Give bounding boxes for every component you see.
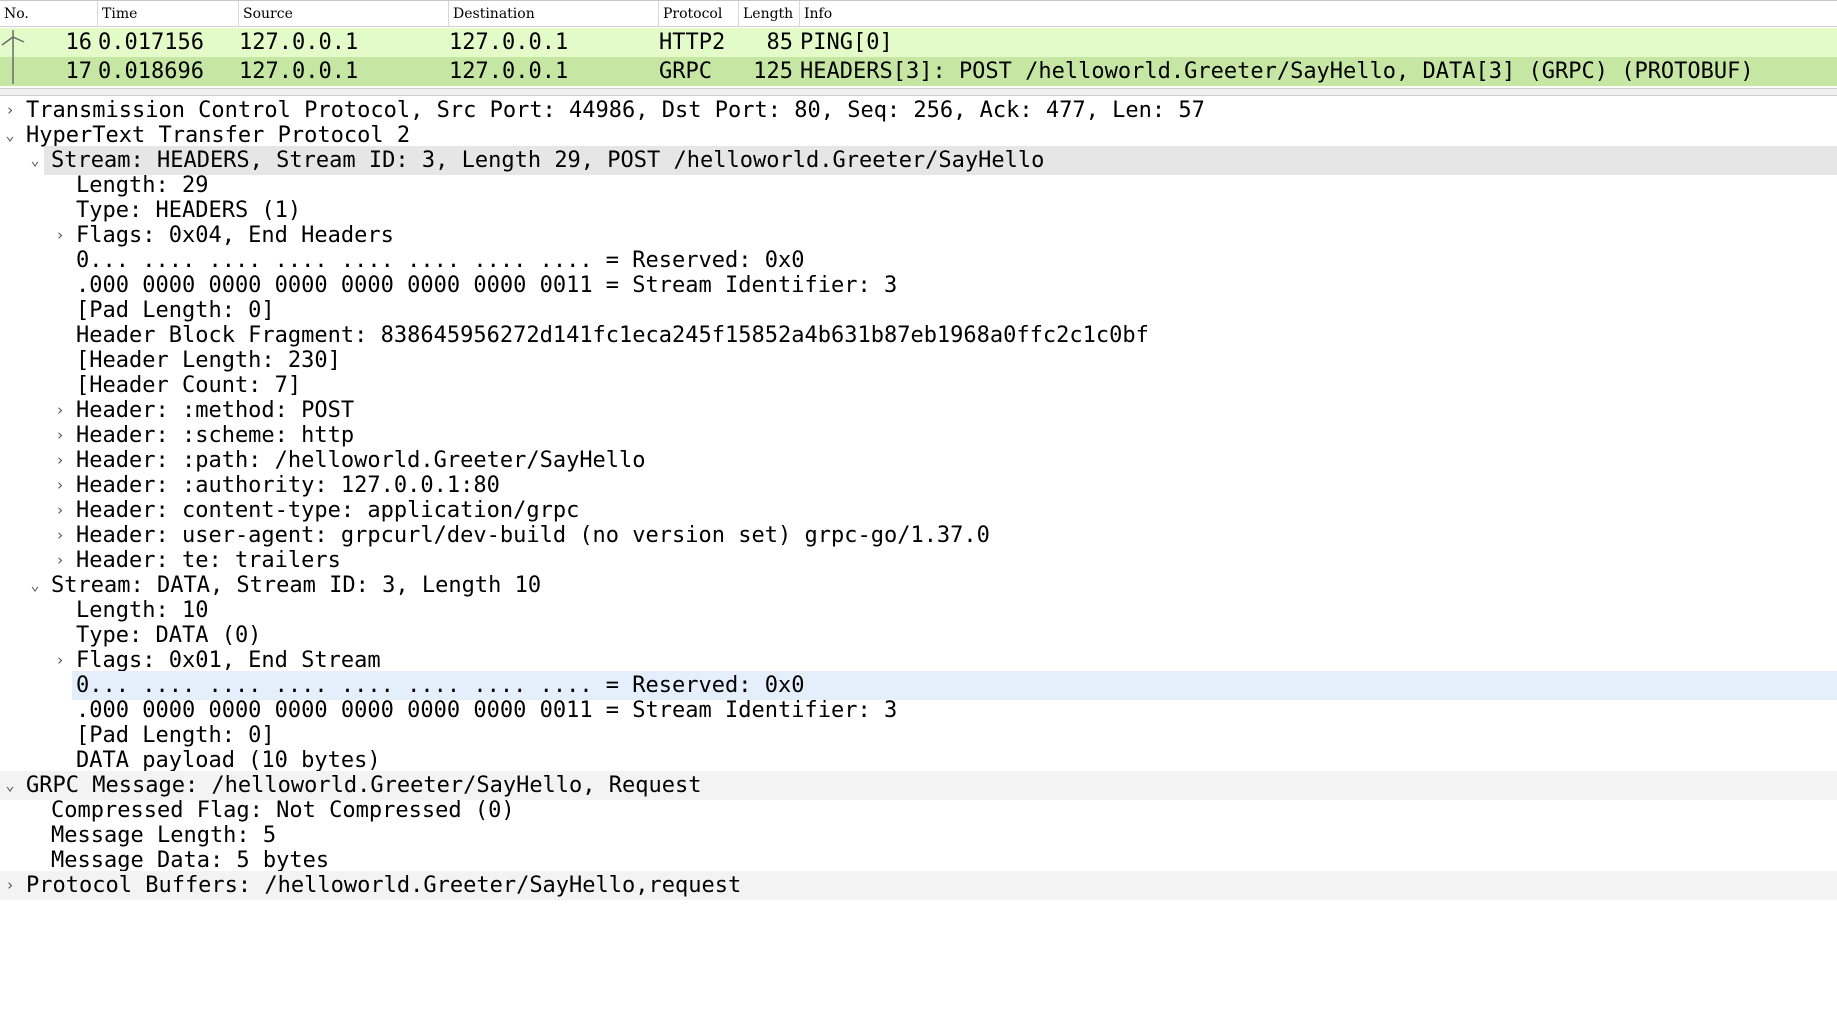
packet-destination: 127.0.0.1	[449, 59, 569, 84]
packet-list: No. Time Source Destination Protocol Len…	[0, 0, 1837, 88]
packet-no: 17	[65, 59, 93, 84]
packet-length: 85	[766, 30, 794, 55]
packet-row-selected[interactable]: 17 0.018696 127.0.0.1 127.0.0.1 GRPC 125…	[0, 57, 1837, 86]
column-protocol[interactable]: Protocol	[659, 1, 739, 27]
packet-time: 0.018696	[98, 59, 204, 84]
column-destination[interactable]: Destination	[449, 1, 659, 27]
packet-length: 125	[753, 59, 793, 84]
column-length[interactable]: Length	[739, 1, 800, 27]
packet-info: PING[0]	[800, 30, 893, 55]
related-packet-icon	[1, 30, 25, 84]
packet-time: 0.017156	[98, 30, 204, 55]
column-info[interactable]: Info	[800, 1, 1837, 27]
column-time[interactable]: Time	[98, 1, 239, 27]
packet-protocol: GRPC	[659, 59, 712, 84]
pane-splitter[interactable]	[0, 88, 1837, 96]
packet-source: 127.0.0.1	[239, 59, 359, 84]
packet-protocol: HTTP2	[659, 30, 726, 55]
packet-destination: 127.0.0.1	[449, 30, 569, 55]
tree-item-label: Protocol Buffers: /helloworld.Greeter/Sa…	[26, 873, 742, 898]
column-no[interactable]: No.	[0, 1, 98, 27]
packet-no: 16	[65, 30, 93, 55]
column-header: No. Time Source Destination Protocol Len…	[0, 0, 1837, 27]
packet-source: 127.0.0.1	[239, 30, 359, 55]
packet-details-tree: › Transmission Control Protocol, Src Port…	[0, 96, 1837, 1030]
packet-row[interactable]: 16 0.017156 127.0.0.1 127.0.0.1 HTTP2 85…	[0, 28, 1837, 57]
chevron-right-icon[interactable]: ›	[3, 871, 17, 900]
packet-info: HEADERS[3]: POST /helloworld.Greeter/Say…	[800, 59, 1754, 84]
column-source[interactable]: Source	[239, 1, 449, 27]
tree-item-protobuf[interactable]: › Protocol Buffers: /helloworld.Greeter/S…	[0, 871, 1837, 900]
